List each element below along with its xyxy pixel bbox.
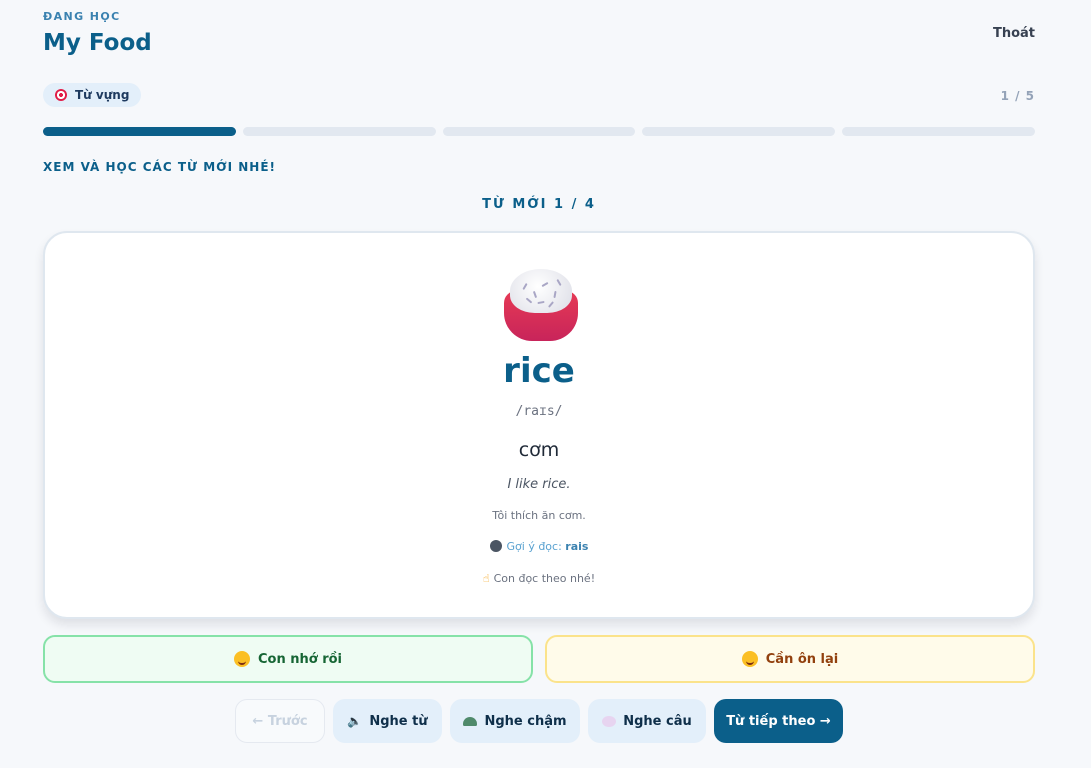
progress-segment bbox=[43, 127, 236, 136]
flashcard: rice /raɪs/ cơm I like rice. Tôi thích ă… bbox=[43, 231, 1035, 619]
progress-segment bbox=[242, 127, 436, 136]
exit-button[interactable]: Thoát bbox=[993, 26, 1035, 41]
progress-segment bbox=[842, 127, 1035, 136]
turtle-icon bbox=[463, 716, 478, 726]
thinking-face-icon bbox=[741, 651, 758, 667]
previous-label: ← Trước bbox=[252, 713, 308, 729]
speaking-head-icon bbox=[489, 540, 502, 552]
next-word-label: Từ tiếp theo → bbox=[726, 713, 831, 729]
lesson-type-label: Từ vựng bbox=[75, 88, 130, 102]
next-word-button[interactable]: Từ tiếp theo → bbox=[714, 699, 843, 743]
word-counter: TỪ MỚI 1 / 4 bbox=[482, 197, 596, 212]
listen-slow-label: Nghe chậm bbox=[484, 713, 567, 729]
hint-label: Gợi ý đọc: bbox=[506, 540, 562, 553]
read-along-text: Con đọc theo nhé! bbox=[493, 572, 596, 585]
progress-segment bbox=[642, 127, 836, 136]
speaker-icon: 🔈 bbox=[347, 714, 363, 728]
smile-icon bbox=[233, 651, 250, 667]
page-title: My Food bbox=[43, 30, 152, 56]
step-counter: 1 / 5 bbox=[1000, 89, 1035, 103]
vocab-word: rice bbox=[503, 351, 575, 391]
pronunciation-ipa: /raɪs/ bbox=[515, 404, 563, 419]
listen-word-label: Nghe từ bbox=[369, 713, 428, 729]
hint-value: rais bbox=[565, 540, 589, 553]
needs-review-button[interactable]: Cần ôn lại bbox=[545, 635, 1035, 683]
speech-bubble-icon bbox=[602, 715, 617, 727]
target-icon bbox=[55, 89, 67, 101]
listen-sentence-label: Nghe câu bbox=[623, 713, 692, 729]
rice-bowl-icon bbox=[504, 269, 578, 341]
listen-slow-button[interactable]: Nghe chậm bbox=[450, 699, 580, 743]
reading-hint: Gợi ý đọc: rais bbox=[45, 540, 1033, 553]
remembered-button[interactable]: Con nhớ rồi bbox=[43, 635, 533, 683]
lesson-type-badge: Từ vựng bbox=[43, 83, 142, 107]
pointing-hand-icon: ☝ bbox=[482, 572, 490, 585]
example-sentence: I like rice. bbox=[507, 477, 571, 492]
example-translation: Tôi thích ăn cơm. bbox=[492, 509, 586, 522]
word-meaning: cơm bbox=[518, 439, 560, 461]
status-eyebrow: ĐANG HỌC bbox=[43, 10, 121, 23]
progress-segment bbox=[442, 127, 636, 136]
read-along-prompt: ☝ Con đọc theo nhé! bbox=[45, 572, 1033, 585]
listen-sentence-button[interactable]: Nghe câu bbox=[588, 699, 706, 743]
previous-button[interactable]: ← Trước bbox=[235, 699, 325, 743]
listen-word-button[interactable]: 🔈 Nghe từ bbox=[333, 699, 442, 743]
instruction-text: XEM VÀ HỌC CÁC TỪ MỚI NHÉ! bbox=[43, 160, 277, 174]
review-label: Cần ôn lại bbox=[765, 651, 839, 667]
progress-bar bbox=[43, 127, 1035, 137]
remembered-label: Con nhớ rồi bbox=[257, 651, 343, 667]
